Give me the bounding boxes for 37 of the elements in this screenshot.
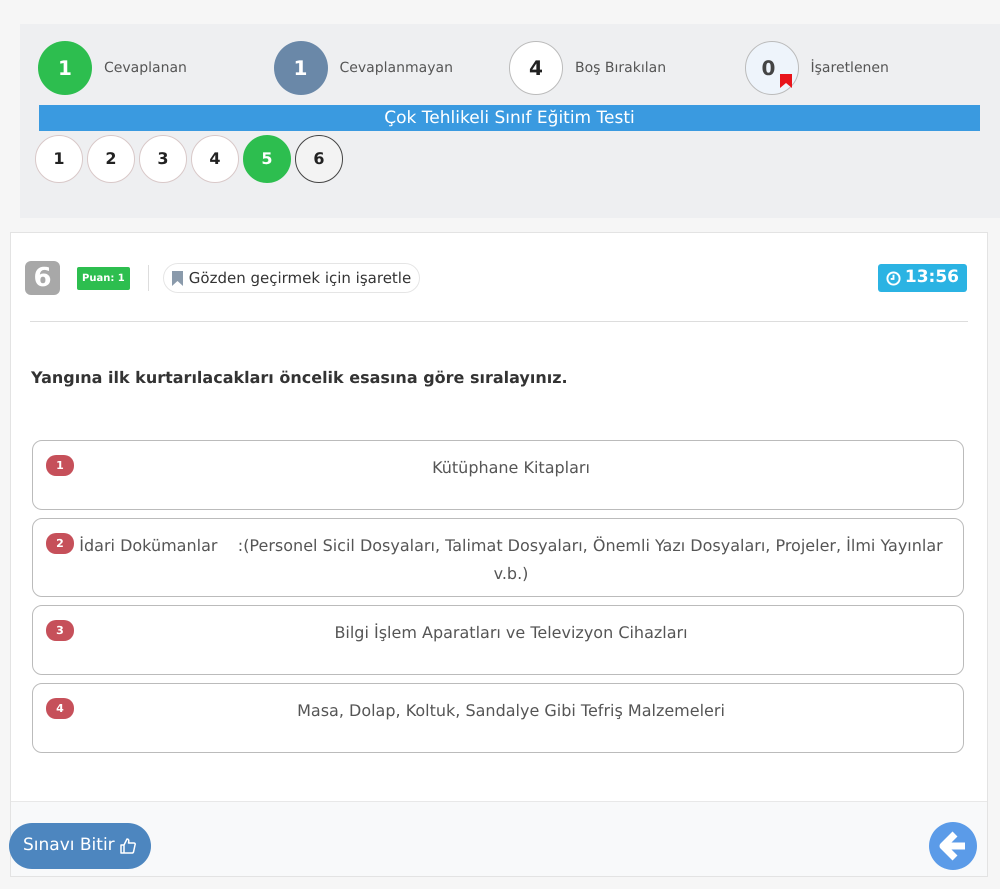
- option-number-badge: 3: [46, 620, 74, 641]
- question-number-button[interactable]: 2: [87, 135, 135, 183]
- mark-for-review-button[interactable]: Gözden geçirmek için işaretle: [162, 262, 420, 294]
- finish-exam-button[interactable]: Sınavı Bitir: [9, 823, 151, 869]
- option-text: Masa, Dolap, Koltuk, Sandalye Gibi Tefriş Malzemeleri: [297, 701, 725, 720]
- answer-option[interactable]: 3 Bilgi İşlem Aparatları ve Televizyon Cihazları: [32, 605, 964, 675]
- back-button[interactable]: [929, 822, 977, 870]
- answer-option[interactable]: 2 İdari Dokümanlar :(Personel Sicil Dosyaları, Talimat Dosyaları, Önemli Yazı Dosyaları, Projeler, İlmi Yayınlar v.b.): [32, 518, 964, 597]
- thumbs-up-icon: [118, 837, 137, 855]
- test-title-bar: Çok Tehlikeli Sınıf Eğitim Testi: [39, 105, 980, 131]
- option-number-badge: 4: [46, 698, 74, 719]
- stat-label: İşaretlenen: [810, 58, 889, 78]
- question-number-button[interactable]: 3: [139, 135, 187, 183]
- option-text: İdari Dokümanlar :(Personel Sicil Dosyaları, Talimat Dosyaları, Önemli Yazı Dosyaları, Projeler, İlmi Yayınlar v.b.): [79, 536, 944, 583]
- question-text: Yangına ilk kurtarılacakları öncelik esasına göre sıralayınız.: [31, 367, 569, 389]
- question-number-button[interactable]: 1: [35, 135, 83, 183]
- count-circle: 1: [274, 41, 328, 95]
- clock-icon: [886, 270, 901, 286]
- option-text: Kütüphane Kitapları: [432, 458, 590, 477]
- count-circle: 0: [744, 41, 798, 95]
- stat-label: Boş Bırakılan: [575, 58, 666, 78]
- answer-option[interactable]: 1 Kütüphane Kitapları: [32, 440, 964, 510]
- score-label: Puan: 1: [77, 266, 130, 290]
- bookmark-icon: [172, 270, 183, 286]
- question-number-button[interactable]: 6: [295, 135, 343, 183]
- count-circle: 4: [509, 41, 563, 95]
- option-number-badge: 1: [46, 455, 74, 476]
- stat-label: Cevaplanmayan: [340, 58, 453, 78]
- question-number-button[interactable]: 4: [191, 135, 239, 183]
- stat-label: Cevaplanan: [104, 58, 187, 78]
- question-number: 6: [25, 261, 60, 295]
- timer-text: 13:56: [904, 266, 959, 290]
- option-number-badge: 2: [46, 533, 74, 554]
- answer-option[interactable]: 4 Masa, Dolap, Koltuk, Sandalye Gibi Tefriş Malzemeleri: [32, 683, 964, 753]
- bookmark-icon: [780, 74, 792, 88]
- count-circle: 1: [38, 41, 92, 95]
- option-text: Bilgi İşlem Aparatları ve Televizyon Cihazları: [334, 623, 688, 642]
